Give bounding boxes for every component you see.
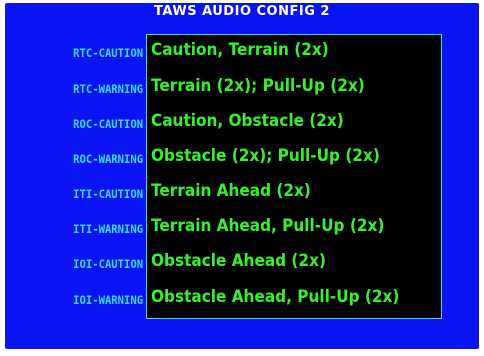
page-title: TAWS AUDIO CONFIG 2 [154,4,330,19]
label-iti-warning: ITI-WARNING [72,222,143,236]
value-iti-warning[interactable]: Terrain Ahead, Pull-Up (2x) [151,216,384,236]
label-rtc-warning: RTC-WARNING [72,82,143,96]
label-iti-caution: ITI-CAUTION [72,187,143,201]
value-ioi-caution[interactable]: Obstacle Ahead (2x) [151,251,326,271]
value-rtc-warning[interactable]: Terrain (2x); Pull-Up (2x) [151,76,365,96]
label-roc-caution: ROC-CAUTION [72,117,143,131]
label-ioi-caution: IOI-CAUTION [72,257,143,271]
label-ioi-warning: IOI-WARNING [72,293,143,307]
value-roc-caution[interactable]: Caution, Obstacle (2x) [151,111,344,131]
label-roc-warning: ROC-WARNING [72,152,143,166]
taws-audio-config-screen: TAWS AUDIO CONFIG 2 RTC-CAUTION RTC-WARN… [5,3,479,349]
label-rtc-caution: RTC-CAUTION [72,46,143,60]
value-roc-warning[interactable]: Obstacle (2x); Pull-Up (2x) [151,146,380,166]
value-rtc-caution[interactable]: Caution, Terrain (2x) [151,40,329,60]
value-ioi-warning[interactable]: Obstacle Ahead, Pull-Up (2x) [151,287,399,307]
value-iti-caution[interactable]: Terrain Ahead (2x) [151,181,311,201]
audio-message-list: Caution, Terrain (2x) Terrain (2x); Pull… [146,34,442,319]
